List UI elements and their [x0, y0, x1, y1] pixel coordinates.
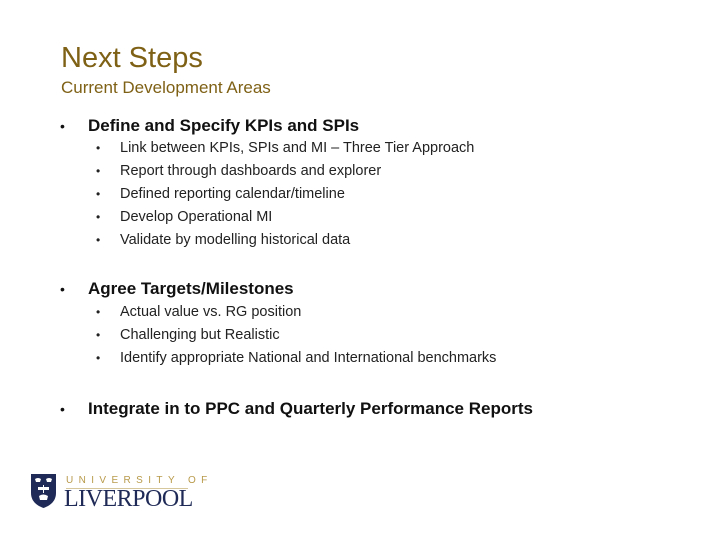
logo-line2: LIVERPOOL [64, 486, 193, 512]
bullet-icon: • [60, 281, 65, 297]
bullet-icon: • [60, 118, 65, 134]
crest-icon [31, 474, 56, 508]
section-heading-text: Agree Targets/Milestones [88, 279, 294, 298]
list-item-text: Actual value vs. RG position [120, 304, 302, 320]
bullet-icon: • [96, 351, 101, 365]
slide-subtitle: Current Development Areas [61, 78, 271, 97]
bullet-icon: • [96, 187, 101, 201]
section-heading-text: Integrate in to PPC and Quarterly Perfor… [88, 399, 533, 418]
bullet-icon: • [96, 305, 101, 319]
bullet-icon: • [96, 210, 101, 224]
list-item-text: Challenging but Realistic [120, 327, 280, 343]
slide-title: Next Steps [61, 42, 203, 74]
list-item-text: Defined reporting calendar/timeline [120, 186, 345, 202]
bullet-icon: • [96, 233, 101, 247]
list-item-text: Identify appropriate National and Intern… [120, 350, 497, 366]
list-item-text: Validate by modelling historical data [120, 232, 351, 248]
section-heading-text: Define and Specify KPIs and SPIs [88, 116, 360, 135]
list-item-text: Develop Operational MI [120, 209, 273, 225]
bullet-icon: • [96, 164, 101, 178]
bullet-icon: • [96, 141, 101, 155]
bullet-icon: • [96, 328, 101, 342]
list-item-text: Report through dashboards and explorer [120, 163, 382, 179]
list-item-text: Link between KPIs, SPIs and MI – Three T… [120, 140, 475, 156]
logo-line1: UNIVERSITY OF [66, 475, 213, 486]
bullet-icon: • [60, 401, 65, 417]
